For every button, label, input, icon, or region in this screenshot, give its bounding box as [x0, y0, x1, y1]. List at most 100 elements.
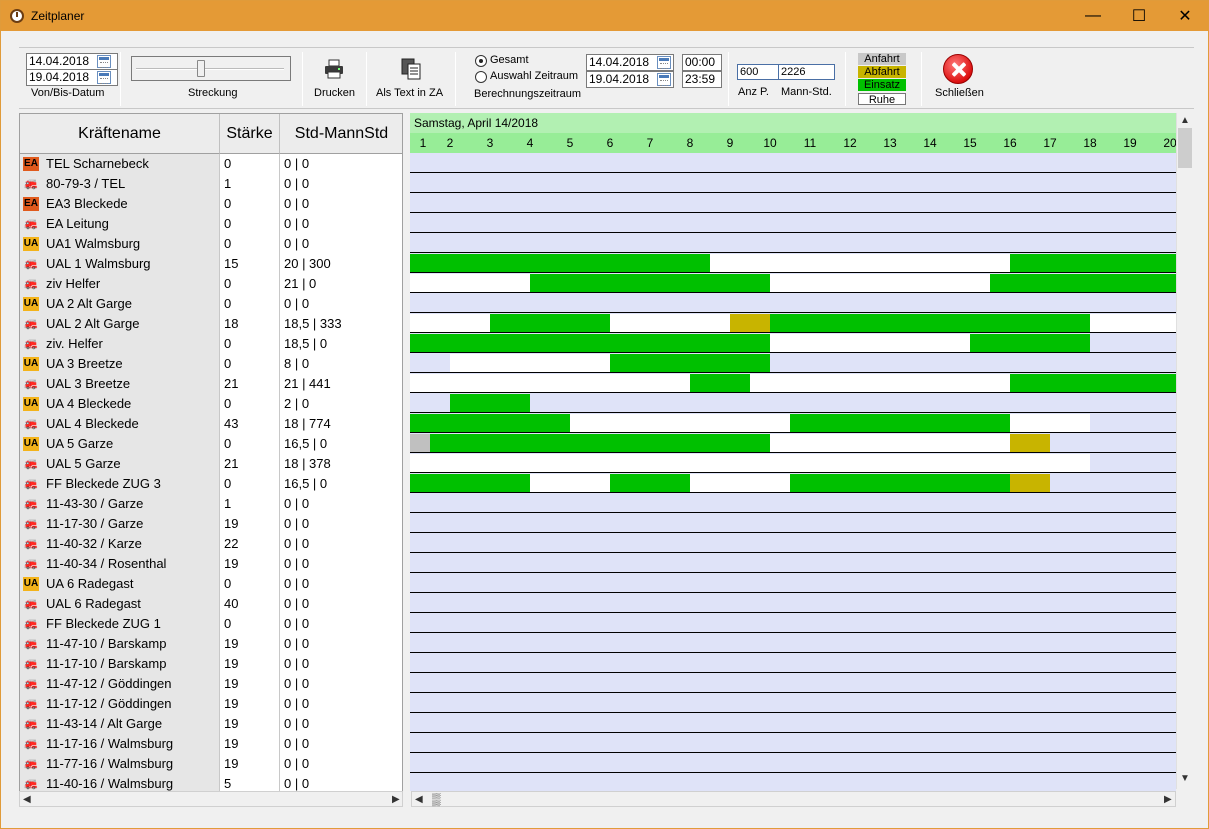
- time-from-field[interactable]: 00:00: [682, 54, 722, 71]
- time-to-field[interactable]: 23:59: [682, 71, 722, 88]
- timeline-row[interactable]: [410, 673, 1176, 693]
- window-close-button[interactable]: ✕: [1162, 1, 1208, 31]
- schedule-bar[interactable]: [750, 374, 1010, 392]
- schedule-bar[interactable]: [410, 474, 530, 492]
- schedule-bar[interactable]: [1010, 254, 1176, 272]
- table-row[interactable]: FF Bleckede ZUG 3 0 16,5 | 0 🚒: [20, 474, 402, 494]
- timeline-row[interactable]: [410, 713, 1176, 733]
- calendar-icon[interactable]: [657, 56, 671, 69]
- table-row[interactable]: 11-43-14 / Alt Garge 19 0 | 0 🚒: [20, 714, 402, 734]
- table-row[interactable]: UAL 5 Garze 21 18 | 378 🚒: [20, 454, 402, 474]
- timeline-row[interactable]: [410, 573, 1176, 593]
- schedule-bar[interactable]: [1010, 434, 1050, 452]
- table-row[interactable]: 11-17-12 / Göddingen 19 0 | 0 🚒: [20, 694, 402, 714]
- timeline-row[interactable]: [410, 393, 1176, 413]
- stretch-slider[interactable]: [131, 56, 291, 81]
- minimize-button[interactable]: —: [1070, 1, 1116, 31]
- timeline-row[interactable]: [410, 693, 1176, 713]
- schedule-bar[interactable]: [770, 274, 990, 292]
- table-row[interactable]: 11-47-12 / Göddingen 19 0 | 0 🚒: [20, 674, 402, 694]
- scroll-left-icon[interactable]: ◀: [23, 794, 31, 805]
- scroll-right-icon[interactable]: ▶: [1164, 794, 1172, 805]
- schedule-bar[interactable]: [770, 314, 1090, 332]
- table-row[interactable]: UA1 Walmsburg 0 0 | 0 UA: [20, 234, 402, 254]
- timeline-row[interactable]: [410, 193, 1176, 213]
- copy-icon[interactable]: [400, 57, 422, 81]
- schedule-bar[interactable]: [1010, 474, 1050, 492]
- table-row[interactable]: 11-43-30 / Garze 1 0 | 0 🚒: [20, 494, 402, 514]
- timeline-row[interactable]: [410, 733, 1176, 753]
- timeline-row[interactable]: [410, 233, 1176, 253]
- table-row[interactable]: UAL 2 Alt Garge 18 18,5 | 333 🚒: [20, 314, 402, 334]
- schedule-bar[interactable]: [770, 434, 1010, 452]
- table-row[interactable]: UA 2 Alt Garge 0 0 | 0 UA: [20, 294, 402, 314]
- printer-icon[interactable]: [323, 58, 345, 80]
- schedule-bar[interactable]: [730, 314, 770, 332]
- slider-thumb[interactable]: [197, 60, 205, 77]
- schedule-bar[interactable]: [530, 274, 770, 292]
- schedule-bar[interactable]: [770, 334, 970, 352]
- scrollbar-thumb[interactable]: [1178, 128, 1192, 168]
- schedule-bar[interactable]: [790, 414, 1010, 432]
- table-row[interactable]: EA3 Bleckede 0 0 | 0 EA: [20, 194, 402, 214]
- schedule-bar[interactable]: [410, 274, 530, 292]
- table-row[interactable]: 11-17-16 / Walmsburg 19 0 | 0 🚒: [20, 734, 402, 754]
- schedule-bar[interactable]: [1090, 314, 1176, 332]
- timeline-row[interactable]: [410, 533, 1176, 553]
- schedule-bar[interactable]: [610, 354, 770, 372]
- timeline-row[interactable]: [410, 433, 1176, 453]
- table-row[interactable]: UAL 1 Walmsburg 15 20 | 300 🚒: [20, 254, 402, 274]
- text-export-button[interactable]: Als Text in ZA: [376, 87, 443, 99]
- calendar-icon[interactable]: [657, 73, 671, 86]
- schedule-bar[interactable]: [410, 414, 570, 432]
- table-row[interactable]: 11-40-32 / Karze 22 0 | 0 🚒: [20, 534, 402, 554]
- timeline-row[interactable]: [410, 173, 1176, 193]
- timeline-row[interactable]: [410, 593, 1176, 613]
- timeline-row[interactable]: [410, 293, 1176, 313]
- timeline-row[interactable]: [410, 773, 1176, 791]
- schedule-bar[interactable]: [410, 374, 690, 392]
- schedule-bar[interactable]: [410, 314, 490, 332]
- calendar-icon[interactable]: [97, 55, 111, 68]
- column-header-name[interactable]: Kräftename: [20, 114, 220, 154]
- timeline-row[interactable]: [410, 493, 1176, 513]
- timeline-horizontal-scrollbar[interactable]: ◀ ▒ ▶: [411, 791, 1176, 807]
- table-horizontal-scrollbar[interactable]: ◀ ▶: [19, 791, 403, 807]
- table-row[interactable]: UAL 3 Breetze 21 21 | 441 🚒: [20, 374, 402, 394]
- table-row[interactable]: UA 3 Breetze 0 8 | 0 UA: [20, 354, 402, 374]
- table-row[interactable]: EA Leitung 0 0 | 0 🚒: [20, 214, 402, 234]
- timeline-row[interactable]: [410, 333, 1176, 353]
- close-button[interactable]: Schließen: [935, 87, 984, 99]
- timeline-row[interactable]: [410, 613, 1176, 633]
- schedule-bar[interactable]: [1010, 374, 1176, 392]
- column-header-strength[interactable]: Stärke: [220, 114, 280, 154]
- schedule-bar[interactable]: [690, 374, 750, 392]
- timeline-row[interactable]: [410, 413, 1176, 433]
- timeline-row[interactable]: [410, 513, 1176, 533]
- scroll-down-icon[interactable]: ▼: [1180, 773, 1190, 784]
- table-row[interactable]: UAL 4 Bleckede 43 18 | 774 🚒: [20, 414, 402, 434]
- table-row[interactable]: TEL Scharnebeck 0 0 | 0 EA: [20, 154, 402, 174]
- schedule-bar[interactable]: [430, 434, 770, 452]
- schedule-bar[interactable]: [970, 334, 1090, 352]
- schedule-bar[interactable]: [530, 474, 610, 492]
- schedule-bar[interactable]: [570, 414, 790, 432]
- timeline-row[interactable]: [410, 453, 1176, 473]
- schedule-bar[interactable]: [710, 254, 1010, 272]
- timeline-row[interactable]: [410, 753, 1176, 773]
- schedule-bar[interactable]: [610, 474, 690, 492]
- timeline-row[interactable]: [410, 633, 1176, 653]
- table-row[interactable]: 11-17-10 / Barskamp 19 0 | 0 🚒: [20, 654, 402, 674]
- schedule-bar[interactable]: [410, 334, 770, 352]
- schedule-bar[interactable]: [490, 314, 610, 332]
- timeline-row[interactable]: [410, 353, 1176, 373]
- scroll-left-icon[interactable]: ◀: [415, 794, 423, 805]
- schedule-bar[interactable]: [410, 434, 430, 452]
- schedule-bar[interactable]: [450, 394, 530, 412]
- schedule-bar[interactable]: [410, 454, 1090, 472]
- timeline-row[interactable]: [410, 153, 1176, 173]
- table-row[interactable]: UA 5 Garze 0 16,5 | 0 UA: [20, 434, 402, 454]
- schedule-bar[interactable]: [1010, 414, 1090, 432]
- timeline-row[interactable]: [410, 553, 1176, 573]
- timeline-row[interactable]: [410, 653, 1176, 673]
